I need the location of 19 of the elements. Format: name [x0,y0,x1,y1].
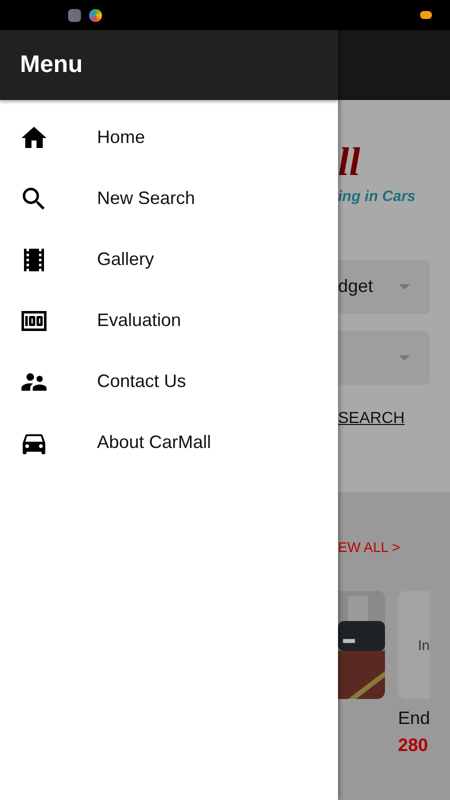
menu-item[interactable]: Evaluation [0,290,338,351]
menu-item[interactable]: New Search [0,168,338,229]
menu-item[interactable]: About CarMall [0,412,338,473]
card-price: 280 [398,734,430,757]
app-icon [68,8,81,22]
placeholder-text: In [418,636,430,654]
drawer-title: Menu [20,50,83,80]
menu-item[interactable]: Gallery [0,229,338,290]
dropdown-field[interactable] [338,330,430,384]
menu-item[interactable]: Contact Us [0,351,338,412]
battery-icon [420,11,432,19]
caret-icon [399,284,410,290]
card-title: End [398,707,432,730]
dropdown-field[interactable]: dget [338,260,430,314]
caret-icon [399,354,410,360]
search-link[interactable]: SEARCH [338,406,405,430]
logo-text: ll [338,142,362,182]
logo-tagline: ing in Cars [338,187,417,207]
menu-item[interactable]: Home [0,107,338,168]
